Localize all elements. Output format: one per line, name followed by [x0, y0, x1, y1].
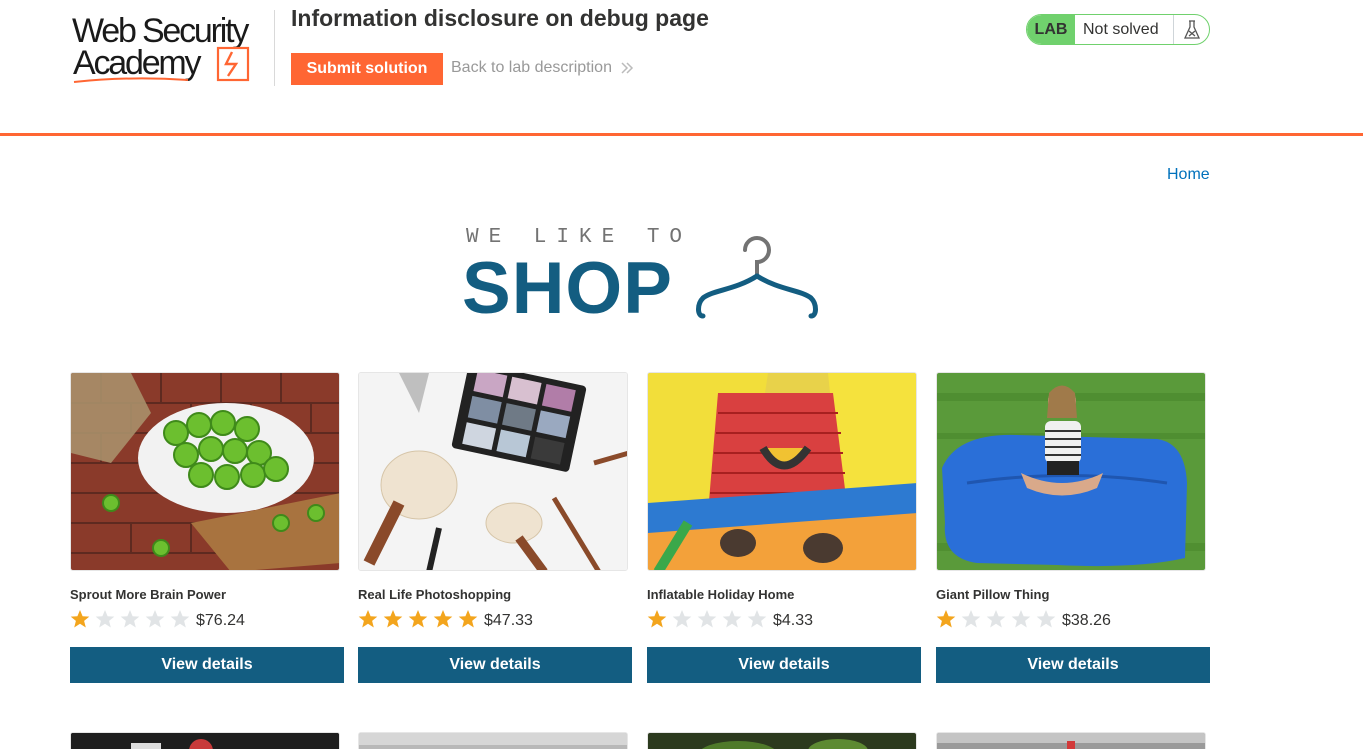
- star-empty-icon: [961, 610, 981, 628]
- logo-mark: Web Security Academy: [72, 12, 252, 83]
- star-filled-icon: [433, 610, 453, 628]
- banner-headline: SHOP: [462, 248, 673, 329]
- view-details-button[interactable]: View details: [358, 647, 632, 683]
- star-empty-icon: [1011, 610, 1031, 628]
- view-details-button[interactable]: View details: [647, 647, 921, 683]
- product-rating: $76.24: [70, 608, 245, 630]
- view-details-button[interactable]: View details: [936, 647, 1210, 683]
- web-security-academy-logo[interactable]: Web Security Academy: [70, 10, 275, 88]
- clothes-hanger-icon: [696, 236, 818, 319]
- product-rating: $38.26: [936, 608, 1111, 630]
- back-link-label: Back to lab description: [451, 59, 612, 76]
- lab-header: Web Security Academy Information disclos…: [0, 0, 1363, 136]
- nav-home-link[interactable]: Home: [1167, 166, 1210, 184]
- product-name: Real Life Photoshopping: [358, 587, 512, 602]
- star-filled-icon: [358, 610, 378, 628]
- logo-divider: [274, 10, 275, 86]
- product-image[interactable]: [358, 732, 628, 749]
- shop-banner: WE LIKE TO SHOP: [462, 225, 822, 329]
- lab-status-badge: LAB: [1027, 15, 1075, 44]
- lab-status-widget: LAB Not solved: [1026, 14, 1210, 45]
- product-image[interactable]: [936, 372, 1206, 571]
- product-image[interactable]: [647, 732, 917, 749]
- star-empty-icon: [120, 610, 140, 628]
- product-rating: $4.33: [647, 608, 813, 630]
- star-filled-icon: [936, 610, 956, 628]
- star-filled-icon: [458, 610, 478, 628]
- product-image[interactable]: [70, 732, 340, 749]
- view-details-button[interactable]: View details: [70, 647, 344, 683]
- star-rating-stars: [358, 609, 483, 629]
- star-filled-icon: [408, 610, 428, 628]
- star-empty-icon: [722, 610, 742, 628]
- product-name: Giant Pillow Thing: [936, 587, 1050, 602]
- lab-title: Information disclosure on debug page: [291, 5, 709, 31]
- product-card: Sprout More Brain Power $76.24 View deta…: [70, 372, 344, 683]
- product-price: $47.33: [484, 612, 533, 629]
- product-image[interactable]: [358, 372, 628, 571]
- double-chevron-right-icon: [621, 62, 634, 74]
- product-price: $38.26: [1062, 612, 1111, 629]
- logo-line2: Academy: [73, 44, 202, 82]
- product-rating: $47.33: [358, 608, 533, 630]
- star-empty-icon: [986, 610, 1006, 628]
- star-empty-icon: [672, 610, 692, 628]
- lab-status-text: Not solved: [1083, 20, 1159, 38]
- star-empty-icon: [95, 610, 115, 628]
- star-filled-icon: [647, 610, 667, 628]
- product-price: $76.24: [196, 612, 245, 629]
- product-name: Inflatable Holiday Home: [647, 587, 795, 602]
- star-rating-stars: [647, 609, 772, 629]
- star-filled-icon: [383, 610, 403, 628]
- product-card: Real Life Photoshopping $47.33 View deta…: [358, 372, 632, 683]
- back-to-lab-description-link[interactable]: Back to lab description: [451, 59, 634, 77]
- product-card: Giant Pillow Thing $38.26 View details: [936, 372, 1210, 683]
- flask-icon: [1173, 15, 1209, 44]
- product-card: Inflatable Holiday Home $4.33 View detai…: [647, 372, 921, 683]
- star-filled-icon: [70, 610, 90, 628]
- star-rating-stars: [936, 609, 1061, 629]
- submit-solution-button[interactable]: Submit solution: [291, 53, 443, 85]
- product-image[interactable]: [647, 372, 917, 571]
- star-empty-icon: [1036, 610, 1056, 628]
- product-image[interactable]: [70, 372, 340, 571]
- star-empty-icon: [697, 610, 717, 628]
- product-price: $4.33: [773, 612, 814, 629]
- star-rating-stars: [70, 609, 195, 629]
- product-image[interactable]: [936, 732, 1206, 749]
- star-empty-icon: [747, 610, 767, 628]
- star-empty-icon: [145, 610, 165, 628]
- star-empty-icon: [170, 610, 190, 628]
- banner-tagline: WE LIKE TO: [466, 226, 693, 249]
- product-name: Sprout More Brain Power: [70, 587, 227, 602]
